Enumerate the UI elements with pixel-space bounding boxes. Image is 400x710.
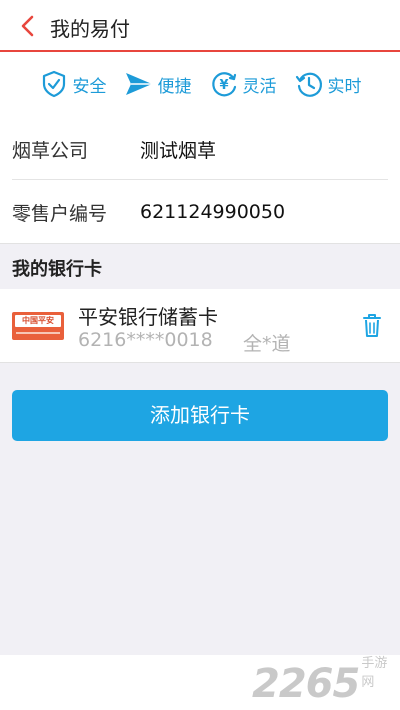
svg-text:¥: ¥ xyxy=(219,78,228,93)
logo-stripe xyxy=(16,332,60,334)
feature-convenient: 便捷 xyxy=(124,69,192,99)
feature-label-convenient: 便捷 xyxy=(157,76,192,97)
bank-logo-text: 中国平安 xyxy=(15,315,61,327)
yen-cycle-icon: ¥ xyxy=(211,72,236,97)
shield-check-icon xyxy=(42,70,65,98)
add-bank-card-button[interactable]: 添加银行卡 xyxy=(12,390,388,441)
bank-section-header: 我的银行卡 xyxy=(0,243,400,289)
feature-realtime: 实时 xyxy=(294,69,362,99)
feature-label-realtime: 实时 xyxy=(327,76,362,97)
clock-history-icon xyxy=(295,72,322,97)
watermark-number: 2265 xyxy=(252,661,360,707)
paper-plane-icon xyxy=(125,73,152,95)
feature-safe: 安全 xyxy=(39,69,107,99)
feature-flexible: ¥ 灵活 xyxy=(209,69,277,99)
retailer-row: 零售户编号 621124990050 xyxy=(12,182,388,242)
retailer-label: 零售户编号 xyxy=(12,202,108,225)
bank-name: 平安银行储蓄卡 xyxy=(78,305,218,329)
back-arrow-icon[interactable] xyxy=(18,15,38,37)
bank-section-title: 我的银行卡 xyxy=(12,259,102,280)
card-holder: 全*道 xyxy=(243,333,291,355)
company-value: 测试烟草 xyxy=(140,140,217,162)
pingan-logo: 中国平安 xyxy=(12,312,64,340)
card-number: 6216****0018 xyxy=(78,329,213,351)
feature-label-flexible: 灵活 xyxy=(242,76,277,97)
feature-label-safe: 安全 xyxy=(72,76,107,97)
site-watermark: 2265 手游网 xyxy=(252,656,400,707)
bank-card-item[interactable]: 中国平安 平安银行储蓄卡 6216****0018 全*道 xyxy=(0,289,400,363)
watermark-suffix: 手游网 xyxy=(361,656,388,690)
company-label: 烟草公司 xyxy=(12,140,89,162)
company-row: 烟草公司 测试烟草 xyxy=(12,120,388,180)
retailer-value: 621124990050 xyxy=(140,201,286,223)
header-bar: 我的易付 xyxy=(0,0,400,52)
feature-strip: 安全 便捷 ¥ 灵活 实时 xyxy=(0,54,400,114)
page-title: 我的易付 xyxy=(50,17,130,41)
trash-icon[interactable] xyxy=(361,311,383,339)
